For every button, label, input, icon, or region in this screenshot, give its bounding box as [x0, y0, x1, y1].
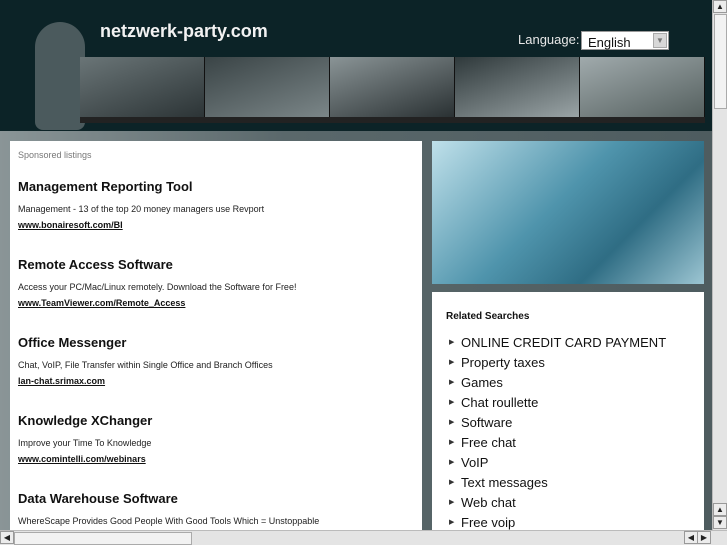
banner-photo	[455, 57, 580, 117]
related-link[interactable]: ▶ Games	[446, 372, 690, 392]
bullet-arrow-icon: ▶	[449, 419, 455, 426]
related-link[interactable]: ▶ ONLINE CREDIT CARD PAYMENT	[446, 332, 690, 352]
chevron-down-icon: ▼	[653, 33, 667, 48]
language-label: Language:	[518, 32, 580, 47]
banner-photo	[205, 57, 330, 117]
scroll-up-icon[interactable]: ▲	[713, 503, 727, 516]
site-title: netzwerk-party.com	[100, 21, 268, 41]
related-link[interactable]: ▶ Free voip	[446, 512, 690, 532]
banner-photo	[80, 57, 205, 117]
ad-title[interactable]: Management Reporting Tool	[18, 179, 414, 195]
ad-item: Management Reporting Tool Management - 13…	[18, 179, 414, 231]
ad-url[interactable]: www.TeamViewer.com/Remote_Access	[18, 297, 414, 309]
related-link[interactable]: ▶ Chat roullette	[446, 392, 690, 412]
bullet-arrow-icon: ▶	[449, 479, 455, 486]
related-link[interactable]: ▶ Software	[446, 412, 690, 432]
language-value: English	[588, 35, 631, 50]
related-searches: Related Searches ▶ ONLINE CREDIT CARD PAY…	[432, 292, 704, 530]
bullet-arrow-icon: ▶	[449, 499, 455, 506]
vertical-scrollbar[interactable]: ▲ ▲ ▼	[712, 0, 727, 530]
ad-title[interactable]: Knowledge XChanger	[18, 413, 414, 429]
ad-desc: WhereScape Provides Good People With Goo…	[18, 516, 320, 526]
bullet-arrow-icon: ▶	[449, 359, 455, 366]
scroll-right-icon[interactable]: ▶	[697, 531, 711, 544]
related-link[interactable]: ▶ Text messages	[446, 472, 690, 492]
vertical-scroll-thumb[interactable]	[714, 14, 727, 109]
banner-photo	[330, 57, 455, 117]
scroll-up-icon[interactable]: ▲	[713, 0, 727, 13]
related-link[interactable]: ▶ Web chat	[446, 492, 690, 512]
sponsored-label: Sponsored listings	[18, 150, 92, 160]
related-link[interactable]: ▶ VoIP	[446, 452, 690, 472]
bullet-arrow-icon: ▶	[449, 439, 455, 446]
ad-url[interactable]: lan-chat.srimax.com	[18, 375, 414, 387]
scroll-left-icon[interactable]: ◀	[684, 531, 698, 544]
horizontal-scrollbar[interactable]: ◀ ◀ ▶	[0, 530, 727, 545]
scroll-left-icon[interactable]: ◀	[0, 531, 14, 544]
header: netzwerk-party.com Language: English ▼	[0, 0, 712, 131]
ad-desc: Management - 13 of the top 20 money mana…	[18, 204, 265, 214]
ad-item: Data Warehouse Software WhereScape Provid…	[18, 491, 414, 527]
bullet-arrow-icon: ▶	[449, 519, 455, 526]
bullet-arrow-icon: ▶	[449, 399, 455, 406]
sponsored-listings: Sponsored listings Management Reporting …	[10, 141, 422, 530]
bullet-arrow-icon: ▶	[449, 379, 455, 386]
banner-photos	[80, 57, 705, 123]
bullet-arrow-icon: ▶	[449, 459, 455, 466]
ad-url[interactable]: www.comintelli.com/webinars	[18, 453, 414, 465]
ad-item: Remote Access Software Access your PC/Mac…	[18, 257, 414, 309]
ad-desc: Chat, VoIP, File Transfer within Single …	[18, 360, 273, 370]
ad-desc: Improve your Time To Knowledge	[18, 438, 152, 448]
ad-url[interactable]: www.bonairesoft.com/BI	[18, 219, 414, 231]
scroll-down-icon[interactable]: ▼	[713, 516, 727, 529]
banner-photo	[580, 57, 705, 117]
ad-item: Knowledge XChanger Improve your Time To K…	[18, 413, 414, 465]
ad-title[interactable]: Remote Access Software	[18, 257, 414, 273]
bullet-arrow-icon: ▶	[449, 339, 455, 346]
ad-title[interactable]: Data Warehouse Software	[18, 491, 414, 507]
related-link[interactable]: ▶ Property taxes	[446, 352, 690, 372]
ad-title[interactable]: Office Messenger	[18, 335, 414, 351]
horizontal-scroll-thumb[interactable]	[14, 532, 192, 545]
related-title: Related Searches	[446, 311, 530, 322]
silhouette-graphic	[35, 22, 85, 130]
network-cables-image	[432, 141, 704, 284]
language-select[interactable]: English ▼	[581, 31, 669, 50]
related-link[interactable]: ▶ Free chat	[446, 432, 690, 452]
ad-desc: Access your PC/Mac/Linux remotely. Downl…	[18, 282, 297, 292]
ad-item: Office Messenger Chat, VoIP, File Transfe…	[18, 335, 414, 387]
